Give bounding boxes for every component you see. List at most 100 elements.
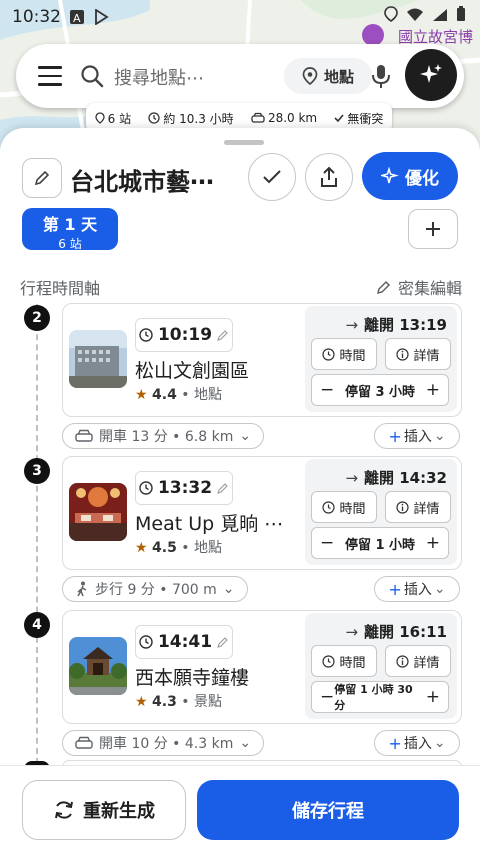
share-icon — [321, 166, 337, 187]
minus-icon[interactable]: − — [320, 380, 334, 400]
car-icon — [75, 429, 93, 442]
minus-icon[interactable]: − — [320, 533, 334, 553]
day-stops: 6 站 — [58, 237, 82, 251]
clock-icon — [139, 635, 153, 649]
stop-photo — [69, 483, 127, 541]
arrival-time-chip[interactable]: 10:19 — [135, 318, 233, 352]
sparkle-icon — [420, 64, 442, 83]
confirm-button[interactable] — [248, 153, 296, 201]
star-icon: ★ — [135, 540, 148, 556]
chevron-down-icon: ⌄ — [433, 581, 446, 597]
plus-icon[interactable]: + — [426, 687, 440, 707]
share-button[interactable] — [305, 153, 353, 201]
search-input[interactable]: 搜尋地點⋯ — [114, 64, 204, 90]
info-icon — [396, 347, 410, 361]
pencil-icon — [217, 637, 228, 648]
arrow-right-icon: → — [345, 623, 359, 641]
chevron-down-icon: ⌄ — [433, 735, 446, 751]
stop-card[interactable]: 14:41 西本願寺鐘樓 ★ 4.3 • 景點 → 離開 16:11 時間 詳情 … — [62, 610, 462, 724]
chevron-down-icon: ⌄ — [239, 735, 252, 751]
place-filter-chip[interactable]: 地點 — [284, 58, 372, 94]
check-icon — [263, 170, 281, 184]
insert-button[interactable]: + 插入 ⌄ — [374, 576, 460, 602]
search-icon — [80, 64, 104, 92]
plus-icon[interactable]: + — [426, 533, 440, 553]
car-icon — [251, 112, 265, 123]
summary-distance: 28.0 km — [251, 111, 317, 125]
ai-assistant-button[interactable] — [405, 49, 457, 101]
transit-chip[interactable]: 步行 9 分 • 700 m ⌄ — [62, 576, 248, 602]
stay-duration-stepper[interactable]: − 停留 3 小時 + — [311, 374, 449, 406]
clock-icon — [322, 347, 336, 361]
clock-icon — [139, 481, 153, 495]
pencil-icon — [217, 330, 228, 341]
stop-name[interactable]: Meat Up 覓晌 ⋯ — [135, 509, 283, 536]
place-chip-label: 地點 — [323, 67, 354, 86]
transit-chip[interactable]: 開車 10 分 • 4.3 km ⌄ — [62, 730, 265, 756]
stop-name[interactable]: 西本願寺鐘樓 — [135, 663, 249, 690]
optimize-button[interactable]: 優化 — [362, 152, 458, 200]
battery-icon — [456, 6, 466, 26]
star-icon: ★ — [135, 387, 148, 403]
pencil-icon — [34, 170, 50, 186]
clock-icon — [139, 328, 153, 342]
time-button[interactable]: 時間 — [311, 491, 377, 523]
regenerate-button[interactable]: 重新生成 — [22, 780, 186, 840]
plus-icon[interactable]: + — [426, 380, 440, 400]
info-icon — [396, 500, 410, 514]
arrow-right-icon: → — [345, 316, 359, 334]
transit-chip[interactable]: 開車 13 分 • 6.8 km ⌄ — [62, 423, 265, 449]
car-icon — [75, 736, 93, 749]
add-day-button[interactable] — [408, 209, 458, 249]
pin-icon — [94, 112, 105, 124]
drag-handle[interactable] — [224, 140, 264, 145]
insert-button[interactable]: + 插入 ⌄ — [374, 730, 460, 756]
time-button[interactable]: 時間 — [311, 338, 377, 370]
stop-number: 4 — [24, 612, 50, 638]
stop-name[interactable]: 松山文創園區 — [135, 356, 249, 383]
stay-duration-stepper[interactable]: − 停留 1 小時 + — [311, 527, 449, 559]
details-button[interactable]: 詳情 — [385, 491, 451, 523]
chevron-down-icon: ⌄ — [239, 428, 252, 444]
stop-number: 2 — [24, 305, 50, 331]
play-store-icon — [93, 9, 109, 25]
search-bar[interactable]: 搜尋地點⋯ 地點 — [16, 44, 464, 108]
depart-time: → 離開 13:19 — [345, 316, 447, 334]
stop-rating: ★ 4.4 • 地點 — [135, 387, 222, 403]
refresh-icon — [55, 801, 73, 819]
stop-card[interactable]: 10:19 松山文創園區 ★ 4.4 • 地點 → 離開 13:19 時間 詳情 … — [62, 303, 462, 417]
dense-edit-button[interactable]: 密集編輯 — [376, 275, 462, 299]
action-footer: 重新生成 儲存行程 — [0, 765, 480, 854]
stop-actions-panel: → 離開 14:32 時間 詳情 − 停留 1 小時 + — [305, 459, 457, 565]
chevron-down-icon: ⌄ — [433, 428, 446, 444]
arrival-time-chip[interactable]: 14:41 — [135, 625, 233, 659]
status-time: 10:32 — [12, 7, 61, 27]
mic-icon[interactable] — [371, 64, 391, 94]
walk-icon — [77, 581, 87, 597]
clock-icon — [148, 112, 160, 124]
details-button[interactable]: 詳情 — [385, 338, 451, 370]
day-1-tab[interactable]: 第 1 天 6 站 — [22, 208, 118, 251]
edit-title-button[interactable] — [22, 158, 62, 198]
save-itinerary-button[interactable]: 儲存行程 — [197, 780, 459, 840]
details-button[interactable]: 詳情 — [385, 645, 451, 677]
stop-rating: ★ 4.5 • 地點 — [135, 540, 222, 556]
clock-icon — [322, 654, 336, 668]
insert-button[interactable]: + 插入 ⌄ — [374, 423, 460, 449]
depart-time: → 離開 14:32 — [345, 469, 447, 487]
minus-icon[interactable]: − — [320, 687, 334, 707]
pencil-icon — [376, 280, 391, 295]
check-icon — [334, 114, 344, 123]
timeline-rail — [36, 304, 38, 774]
stop-photo — [69, 637, 127, 695]
plus-icon: + — [388, 733, 402, 753]
menu-icon[interactable] — [38, 66, 62, 86]
stay-duration-stepper[interactable]: − 停留 1 小時 30 分 + — [311, 681, 449, 713]
svg-text:A: A — [73, 12, 81, 25]
chevron-down-icon: ⌄ — [222, 581, 235, 597]
arrival-time-chip[interactable]: 13:32 — [135, 471, 233, 505]
time-button[interactable]: 時間 — [311, 645, 377, 677]
depart-time: → 離開 16:11 — [345, 623, 447, 641]
summary-stops: 6 站 — [94, 110, 131, 127]
stop-card[interactable]: 13:32 Meat Up 覓晌 ⋯ ★ 4.5 • 地點 → 離開 14:32 … — [62, 456, 462, 570]
